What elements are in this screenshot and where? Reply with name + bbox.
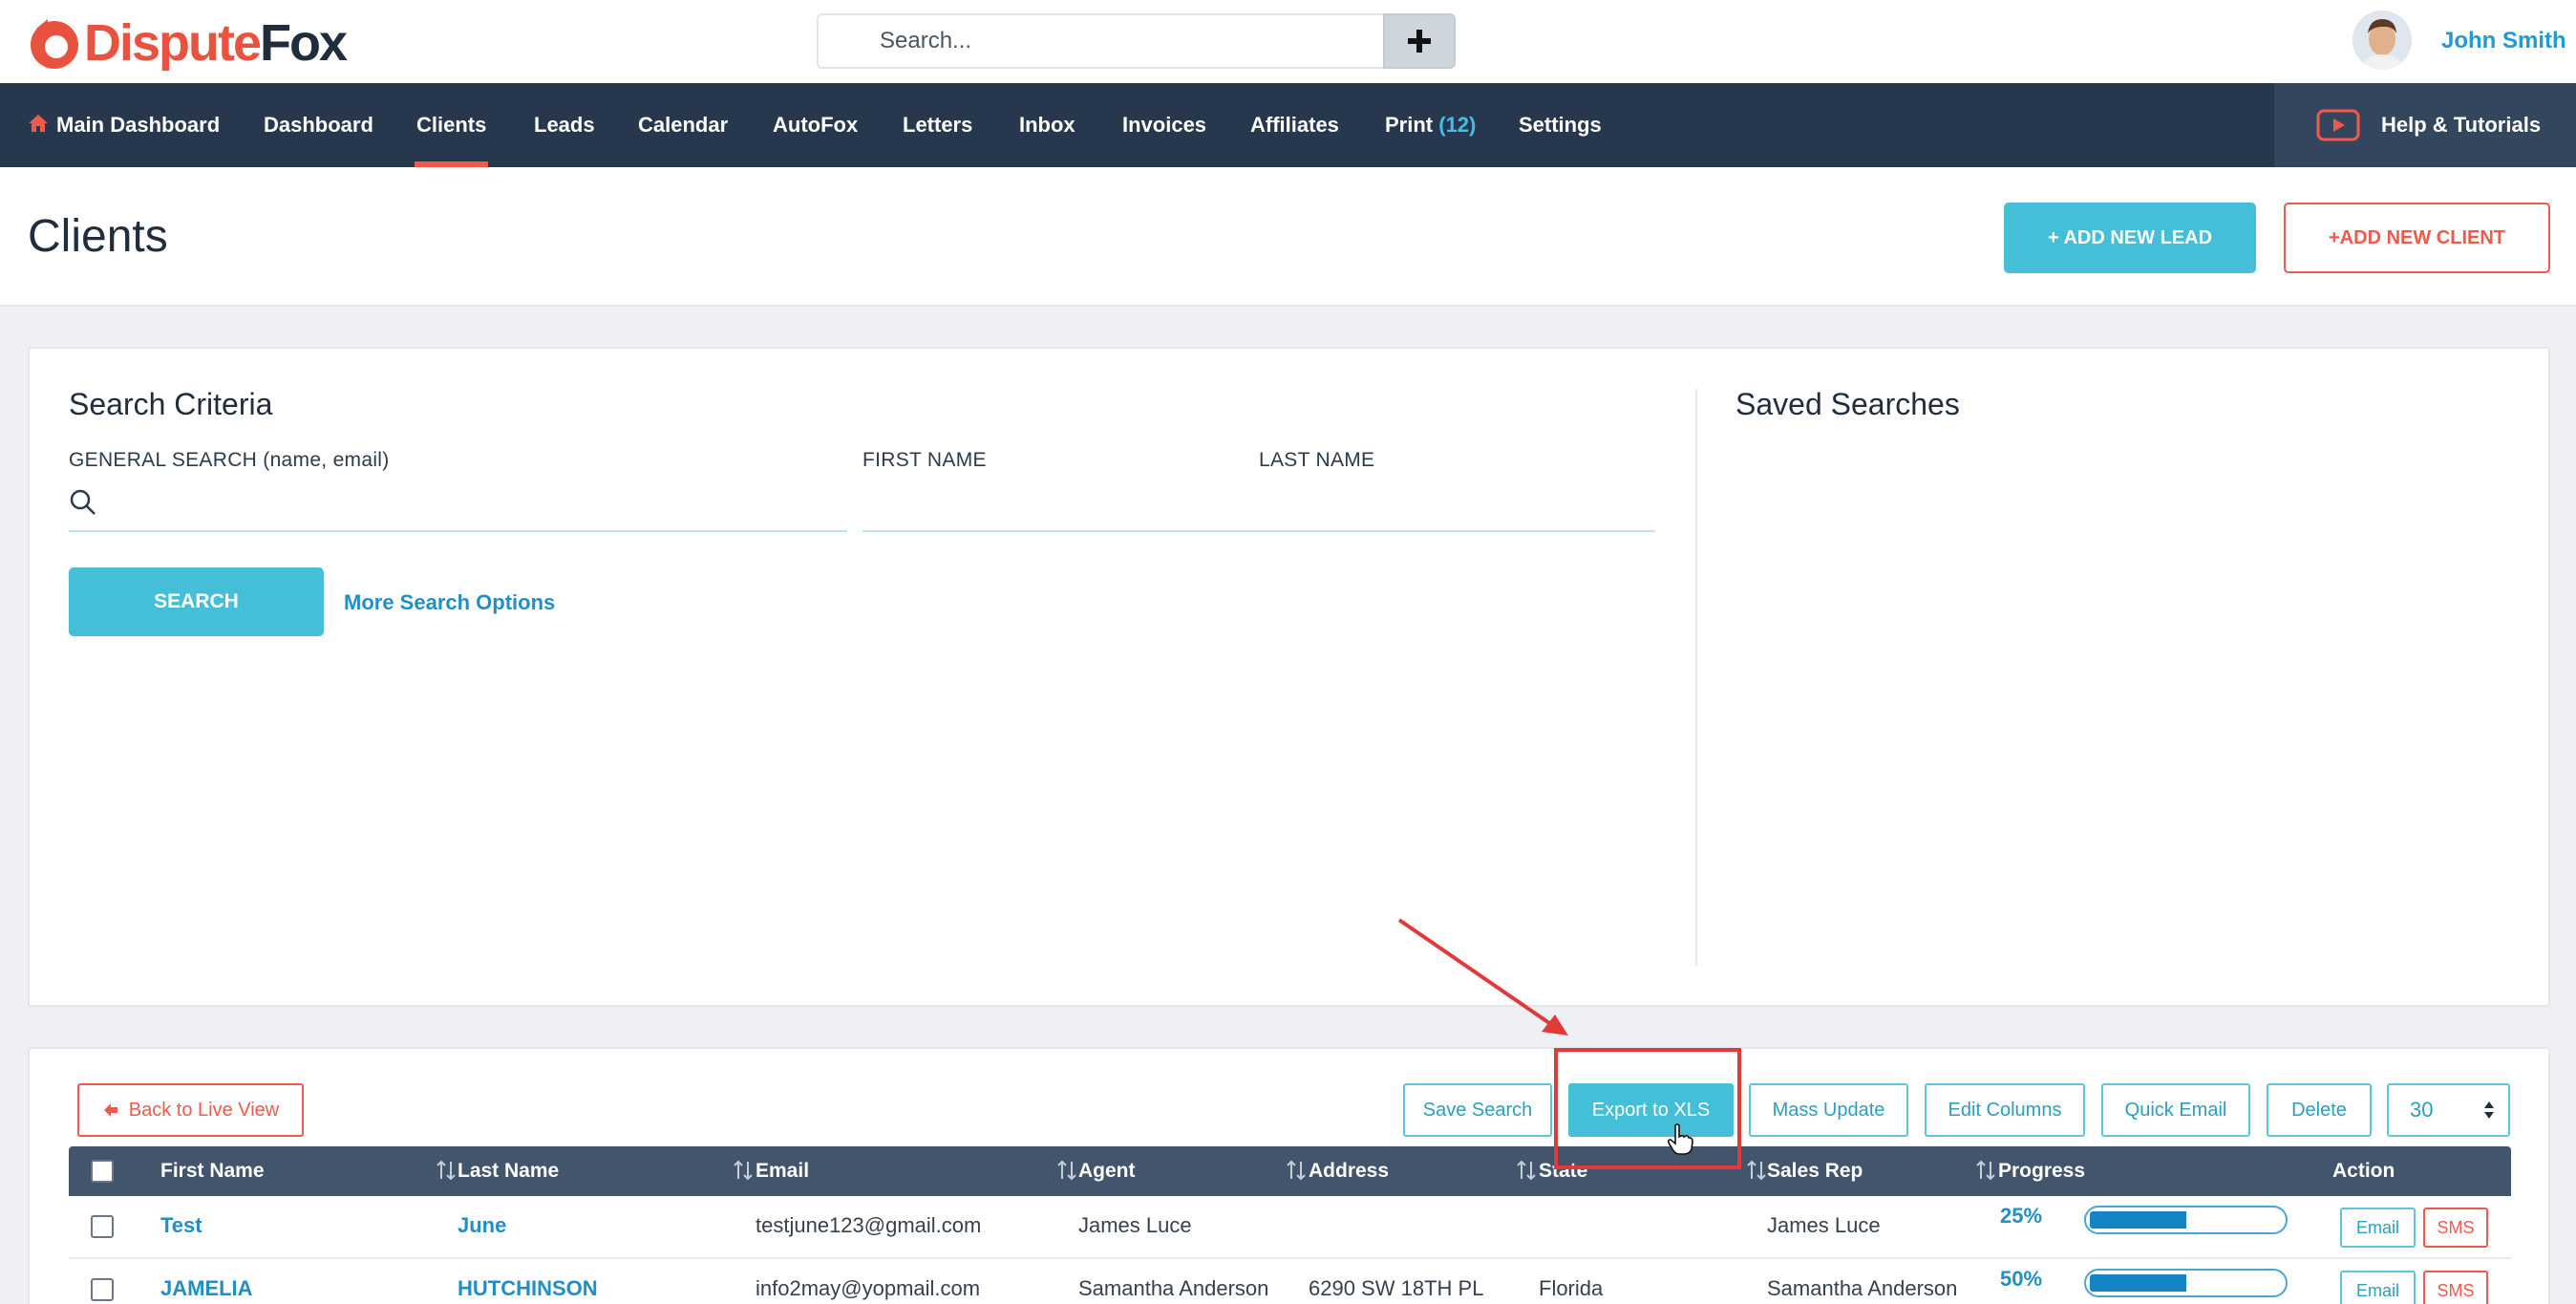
col-address[interactable]: Address xyxy=(1309,1146,1389,1196)
progress-bar xyxy=(2084,1206,2288,1234)
col-agent[interactable]: Agent xyxy=(1078,1146,1136,1196)
sort-icon[interactable] xyxy=(1975,1160,1996,1181)
col-last-name[interactable]: Last Name xyxy=(458,1146,559,1196)
quick-add-button[interactable] xyxy=(1383,13,1456,69)
print-count-badge: (12) xyxy=(1438,113,1477,137)
saved-searches-title: Saved Searches xyxy=(1735,387,1960,421)
search-button[interactable]: SEARCH xyxy=(69,567,324,636)
state-cell: Florida xyxy=(1539,1276,1604,1300)
mass-update-button[interactable]: Mass Update xyxy=(1749,1083,1908,1137)
panel-divider xyxy=(1695,389,1697,966)
first-name-cell[interactable]: JAMELIA xyxy=(160,1259,253,1304)
email-button[interactable]: Email xyxy=(2340,1208,2416,1248)
sort-icon[interactable] xyxy=(1516,1160,1537,1181)
nav-item-inbox[interactable]: Inbox xyxy=(1019,83,1075,167)
results-panel: Back to Live View Save Search Export to … xyxy=(28,1047,2550,1304)
select-arrows-icon xyxy=(2484,1101,2494,1119)
user-photo-icon xyxy=(2352,11,2412,70)
quick-email-button[interactable]: Quick Email xyxy=(2101,1083,2250,1137)
nav-item-settings[interactable]: Settings xyxy=(1519,83,1602,167)
nav-item-print[interactable]: Print (12) xyxy=(1385,83,1476,167)
add-new-client-button[interactable]: +ADD NEW CLIENT xyxy=(2284,203,2550,273)
nav-item-invoices[interactable]: Invoices xyxy=(1122,83,1206,167)
agent-cell: James Luce xyxy=(1078,1213,1192,1237)
col-progress: Progress xyxy=(1998,1160,2086,1182)
email-button[interactable]: Email xyxy=(2340,1271,2416,1304)
progress-percent: 25% xyxy=(2000,1204,2043,1228)
sales-rep-cell: James Luce xyxy=(1767,1213,1881,1237)
sms-button[interactable]: SMS xyxy=(2423,1208,2488,1248)
home-icon xyxy=(29,115,48,132)
avatar[interactable] xyxy=(2352,11,2412,70)
address-cell: 6290 SW 18TH PL xyxy=(1309,1276,1484,1300)
first-name-cell[interactable]: Test xyxy=(160,1196,202,1255)
sort-icon[interactable] xyxy=(436,1160,457,1181)
edit-columns-button[interactable]: Edit Columns xyxy=(1925,1083,2085,1137)
nav-item-main-dashboard[interactable]: Main Dashboard xyxy=(28,83,220,167)
annotation-highlight-box xyxy=(1554,1048,1741,1169)
first-name-input[interactable] xyxy=(862,530,1259,532)
fox-logo-icon xyxy=(31,19,78,69)
email-cell: info2may@yopmail.com xyxy=(756,1276,981,1300)
sales-rep-cell: Samantha Anderson xyxy=(1767,1276,1958,1300)
table-row[interactable]: JAMELIA HUTCHINSON info2may@yopmail.com … xyxy=(69,1259,2511,1304)
delete-button[interactable]: Delete xyxy=(2267,1083,2372,1137)
per-page-select[interactable]: 30 xyxy=(2387,1083,2510,1137)
progress-bar xyxy=(2084,1269,2288,1297)
user-name[interactable]: John Smith xyxy=(2441,28,2566,54)
last-name-label: LAST NAME xyxy=(1259,449,1375,471)
agent-cell: Samantha Anderson xyxy=(1078,1276,1269,1300)
sms-button[interactable]: SMS xyxy=(2423,1271,2488,1304)
hand-cursor-icon xyxy=(1667,1123,1693,1155)
youtube-play-icon xyxy=(2316,109,2360,141)
nav-item-calendar[interactable]: Calendar xyxy=(638,83,728,167)
col-action: Action xyxy=(2332,1160,2395,1182)
search-criteria-panel: Search Criteria GENERAL SEARCH (name, em… xyxy=(28,347,2550,1007)
general-search-label: GENERAL SEARCH (name, email) xyxy=(69,449,390,471)
email-cell: testjune123@gmail.com xyxy=(756,1213,982,1237)
table-row[interactable]: Test June testjune123@gmail.com James Lu… xyxy=(69,1196,2511,1259)
nav-item-leads[interactable]: Leads xyxy=(534,83,595,167)
main-nav: Main Dashboard Dashboard Clients Leads C… xyxy=(0,83,2576,167)
save-search-button[interactable]: Save Search xyxy=(1403,1083,1552,1137)
nav-item-clients[interactable]: Clients xyxy=(414,83,489,167)
search-criteria-title: Search Criteria xyxy=(69,387,273,421)
help-tutorials-button[interactable]: Help & Tutorials xyxy=(2274,83,2576,167)
nav-item-dashboard[interactable]: Dashboard xyxy=(264,83,373,167)
row-checkbox[interactable] xyxy=(91,1215,114,1238)
last-name-input[interactable] xyxy=(1259,530,1655,532)
sort-icon[interactable] xyxy=(1746,1160,1767,1181)
back-to-live-view-button[interactable]: Back to Live View xyxy=(77,1083,304,1137)
plus-icon xyxy=(1408,30,1431,53)
table-header: First Name Last Name Email Agent Address… xyxy=(69,1146,2511,1196)
row-checkbox[interactable] xyxy=(91,1278,114,1301)
col-first-name[interactable]: First Name xyxy=(160,1146,265,1196)
more-search-options-link[interactable]: More Search Options xyxy=(344,590,555,615)
sort-icon[interactable] xyxy=(1056,1160,1077,1181)
first-name-label: FIRST NAME xyxy=(862,449,987,471)
global-search-input[interactable] xyxy=(817,13,1385,69)
progress-fill xyxy=(2090,1211,2186,1229)
progress-fill xyxy=(2090,1274,2186,1292)
nav-item-letters[interactable]: Letters xyxy=(903,83,972,167)
nav-item-autofox[interactable]: AutoFox xyxy=(773,83,858,167)
top-header: DisputeFox John Smith xyxy=(0,0,2576,83)
sort-icon[interactable] xyxy=(1286,1160,1307,1181)
arrow-left-icon xyxy=(103,1103,117,1117)
last-name-cell[interactable]: HUTCHINSON xyxy=(458,1259,598,1304)
search-icon xyxy=(70,489,96,515)
col-email[interactable]: Email xyxy=(756,1146,809,1196)
page-title: Clients xyxy=(28,211,168,262)
brand-name: DisputeFox xyxy=(84,14,348,72)
disputefox-logo[interactable]: DisputeFox xyxy=(27,13,348,73)
col-sales-rep[interactable]: Sales Rep xyxy=(1767,1146,1863,1196)
general-search-input[interactable] xyxy=(69,530,847,532)
last-name-cell[interactable]: June xyxy=(458,1196,506,1255)
add-new-lead-button[interactable]: + ADD NEW LEAD xyxy=(2004,203,2256,273)
progress-percent: 50% xyxy=(2000,1267,2043,1291)
page-header: Clients + ADD NEW LEAD +ADD NEW CLIENT xyxy=(0,167,2576,307)
select-all-checkbox[interactable] xyxy=(91,1160,114,1183)
nav-item-affiliates[interactable]: Affiliates xyxy=(1250,83,1339,167)
sort-icon[interactable] xyxy=(733,1160,754,1181)
